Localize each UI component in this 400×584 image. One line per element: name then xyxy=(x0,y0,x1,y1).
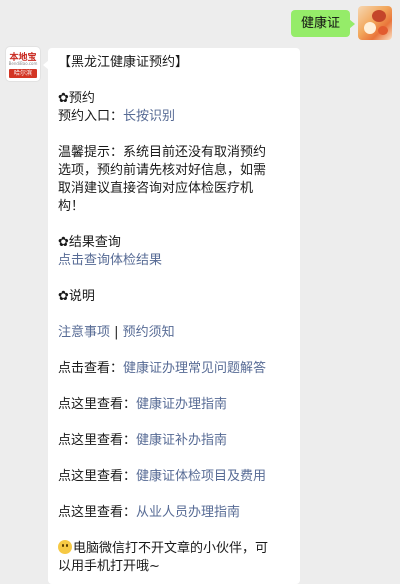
result-heading: ✿结果查询 xyxy=(58,235,121,250)
bot-message-bubble: 【黑龙江健康证预约】 ✿预约 预约入口：长按识别 温馨提示：系统目前还没有取消预… xyxy=(43,48,300,584)
guide-prefix: 点这里查看： xyxy=(58,397,137,412)
user-avatar[interactable] xyxy=(358,6,392,40)
bot-avatar[interactable]: 本地宝 BendiBao.com 哈尔滨 xyxy=(6,47,40,81)
bot-avatar-city: 哈尔滨 xyxy=(9,69,37,78)
booking-entry: 预约入口：长按识别 xyxy=(58,108,290,126)
notes-link-instructions[interactable]: 预约须知 xyxy=(123,325,175,340)
tip-line-3: 取消建议直接咨询对应体检医疗机 xyxy=(58,181,254,196)
notes-heading: ✿说明 xyxy=(58,289,95,304)
items-row: 点这里查看：健康证体检项目及费用 xyxy=(58,468,290,486)
footer-line-1: 电脑微信打不开文章的小伙伴，可 xyxy=(58,540,290,558)
booking-entry-link[interactable]: 长按识别 xyxy=(123,109,175,124)
faq-link[interactable]: 健康证办理常见问题解答 xyxy=(123,361,266,376)
tip-line-2: 选项，预约前请先核对好信息，如需 xyxy=(58,163,267,178)
tip-line-1: 温馨提示：系统目前还没有取消预约 xyxy=(58,145,267,160)
notes-links: 注意事项 | 预约须知 xyxy=(58,324,290,342)
items-link[interactable]: 健康证体检项目及费用 xyxy=(136,469,266,484)
guide-link[interactable]: 健康证办理指南 xyxy=(136,397,227,412)
smile-emoji-icon xyxy=(58,540,72,554)
faq-row: 点击查看：健康证办理常见问题解答 xyxy=(58,360,290,378)
message-title: 【黑龙江健康证预约】 xyxy=(58,55,189,70)
user-message-row: 健康证 xyxy=(290,6,392,40)
footer-line-2: 以用手机打开哦~ xyxy=(58,559,160,574)
result-link[interactable]: 点击查询体检结果 xyxy=(58,252,290,270)
reissue-row: 点这里查看：健康证补办指南 xyxy=(58,432,290,450)
faq-prefix: 点击查看： xyxy=(58,361,124,376)
booking-heading: ✿预约 xyxy=(58,91,95,106)
tip-line-4: 构！ xyxy=(58,199,85,214)
staff-link[interactable]: 从业人员办理指南 xyxy=(136,505,240,520)
bot-avatar-sub: BendiBao.com xyxy=(8,61,38,66)
guide-row: 点这里查看：健康证办理指南 xyxy=(58,396,290,414)
items-prefix: 点这里查看： xyxy=(58,469,137,484)
staff-prefix: 点这里查看： xyxy=(58,505,137,520)
notes-link-precautions[interactable]: 注意事项 xyxy=(58,325,110,340)
staff-row: 点这里查看：从业人员办理指南 xyxy=(58,504,290,522)
notes-separator: | xyxy=(110,325,123,340)
user-message-bubble[interactable]: 健康证 xyxy=(290,10,356,37)
footer-text-1: 电脑微信打不开文章的小伙伴，可 xyxy=(73,541,269,556)
booking-entry-label: 预约入口： xyxy=(58,109,124,124)
reissue-prefix: 点这里查看： xyxy=(58,433,137,448)
reissue-link[interactable]: 健康证补办指南 xyxy=(136,433,227,448)
